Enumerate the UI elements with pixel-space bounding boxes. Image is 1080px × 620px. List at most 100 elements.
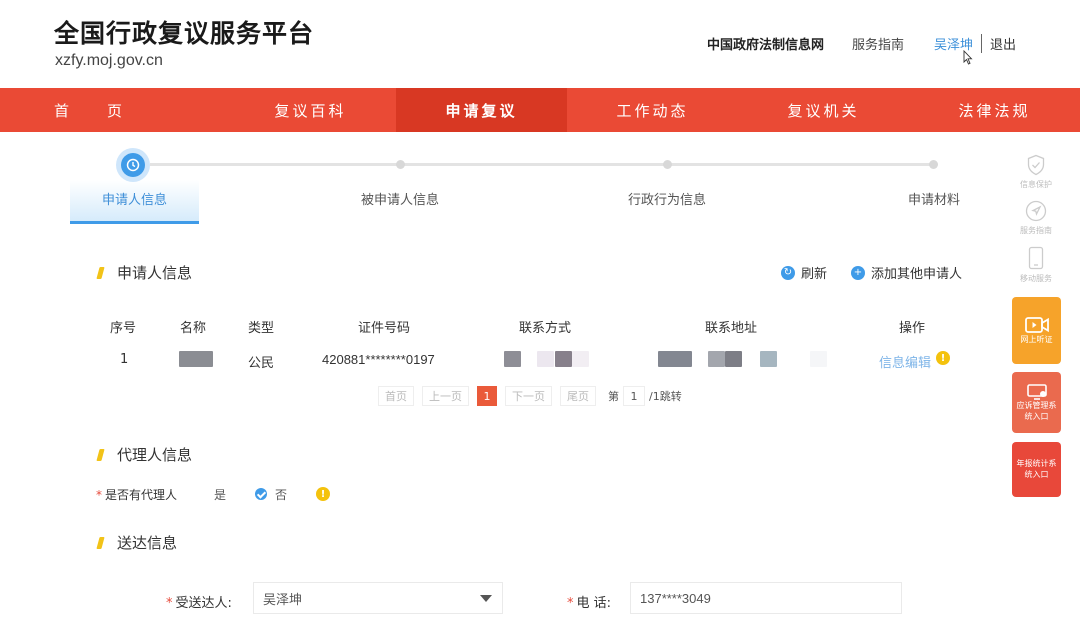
step-dot-3 [663, 160, 672, 169]
page-last-button[interactable]: 尾页 [560, 386, 596, 406]
col-header-id: 证件号码 [358, 321, 411, 336]
recipient-select[interactable]: 吴泽坤 [253, 582, 503, 614]
phone-input[interactable]: 137****3049 [630, 582, 902, 614]
redacted-contact-1 [504, 351, 521, 367]
service-guide-link[interactable]: 服务指南 [852, 34, 904, 53]
required-mark: * [567, 596, 574, 611]
col-header-name: 名称 [180, 321, 207, 336]
nav-news[interactable]: 工作动态 [567, 88, 738, 132]
mouse-cursor-icon [963, 50, 973, 65]
section-mark-icon [96, 266, 105, 279]
agent-question: * 是否有代理人 [96, 486, 177, 503]
step-track [150, 163, 935, 166]
info-icon[interactable]: ! [936, 351, 950, 365]
col-header-action: 操作 [899, 321, 926, 336]
site-domain: xzfy.moj.gov.cn [55, 52, 163, 69]
agent-info-icon[interactable]: ! [316, 487, 330, 501]
applicant-section-title: 申请人信息 [96, 262, 193, 283]
applicant-section-label: 申请人信息 [117, 264, 193, 282]
refresh-icon: ↻ [781, 265, 795, 280]
phone-value: 137****3049 [640, 590, 711, 606]
chevron-down-icon [480, 595, 492, 602]
redacted-address-3 [725, 351, 742, 367]
page-next-button[interactable]: 下一页 [505, 386, 552, 406]
required-mark: * [96, 488, 102, 502]
row-type: 公民 [248, 356, 275, 371]
row-id-number: 420881********0197 [322, 352, 435, 367]
shield-icon [1027, 154, 1045, 176]
col-header-index: 序号 [110, 321, 137, 336]
redacted-contact-3 [555, 351, 572, 367]
delivery-section-title: 送达信息 [96, 532, 178, 553]
site-title: 全国行政复议服务平台 [54, 19, 315, 48]
page-jump-input[interactable]: 1 [623, 386, 645, 406]
privacy-protection-item[interactable]: 信息保护 [1016, 154, 1056, 190]
agent-question-label: 是否有代理人 [105, 488, 178, 502]
agent-option-yes[interactable]: 是 [214, 486, 226, 503]
response-management-card[interactable]: 应诉管理系统入口 [1012, 372, 1061, 433]
redacted-address-5 [810, 351, 827, 367]
online-hearing-card[interactable]: 网上听证 [1012, 297, 1061, 364]
refresh-label: 刷新 [801, 267, 828, 282]
step-dot-2 [396, 160, 405, 169]
redacted-address-2 [708, 351, 725, 367]
redacted-address-4 [760, 351, 777, 367]
page-prev-button[interactable]: 上一页 [422, 386, 469, 406]
nav-wiki[interactable]: 复议百科 [225, 88, 396, 132]
step-dot-4 [929, 160, 938, 169]
online-hearing-label: 网上听证 [1020, 335, 1053, 345]
agent-radio-no-checked[interactable] [255, 488, 267, 500]
nav-agencies[interactable]: 复议机关 [738, 88, 909, 132]
step-applicant-active[interactable]: 申请人信息 [70, 180, 199, 224]
annual-statistics-label: 年报统计系统入口 [1016, 459, 1057, 479]
agent-section-title: 代理人信息 [96, 444, 193, 465]
section-mark-icon [96, 448, 105, 461]
phone-label-text: 电 话: [576, 596, 612, 611]
plus-icon: + [851, 265, 865, 280]
page-jump-button[interactable]: /1跳转 [649, 388, 682, 404]
page-current-button[interactable]: 1 [477, 386, 497, 406]
mobile-service-item[interactable]: 移动服务 [1016, 246, 1056, 284]
edit-info-link[interactable]: 信息编辑 [879, 352, 931, 371]
monitor-icon [1026, 384, 1047, 400]
redacted-contact-2 [537, 351, 554, 367]
nav-home[interactable]: 首页 [0, 88, 225, 132]
col-header-contact: 联系方式 [519, 321, 572, 336]
response-management-label: 应诉管理系统入口 [1016, 401, 1057, 421]
step-materials[interactable]: 申请材料 [908, 189, 960, 208]
pagination: 首页 上一页 1 下一页 尾页 第 1 /1跳转 [378, 386, 682, 406]
navigation-icon [1025, 200, 1047, 222]
redacted-name [179, 351, 213, 367]
agent-option-no[interactable]: 否 [275, 486, 287, 503]
annual-statistics-card[interactable]: 年报统计系统入口 [1012, 442, 1061, 497]
delivery-section-label: 送达信息 [117, 534, 178, 552]
service-guide-label: 服务指南 [1020, 226, 1052, 235]
step-admin-action[interactable]: 行政行为信息 [628, 189, 706, 208]
page-prefix: 第 [608, 390, 619, 403]
logout-link[interactable]: 退出 [982, 34, 1016, 53]
main-nav: 首页 复议百科 申请复议 工作动态 复议机关 法律法规 [0, 88, 1080, 132]
col-header-address: 联系地址 [705, 321, 758, 336]
nav-laws[interactable]: 法律法规 [909, 88, 1080, 132]
recipient-value: 吴泽坤 [263, 592, 303, 608]
phone-icon [1028, 246, 1044, 270]
video-camera-icon [1024, 317, 1049, 334]
mobile-service-label: 移动服务 [1020, 274, 1052, 283]
clock-icon [126, 158, 140, 172]
step-respondent[interactable]: 被申请人信息 [361, 189, 439, 208]
page-first-button[interactable]: 首页 [378, 386, 414, 406]
nav-apply[interactable]: 申请复议 [396, 88, 567, 132]
phone-label: * 电 话: [567, 592, 611, 611]
recipient-label: * 受送达人: [166, 592, 232, 611]
add-applicant-button[interactable]: + 添加其他申请人 [851, 263, 962, 282]
agent-section-label: 代理人信息 [117, 446, 193, 464]
service-guide-item[interactable]: 服务指南 [1016, 200, 1056, 236]
col-header-type: 类型 [248, 321, 275, 336]
recipient-label-text: 受送达人: [175, 596, 232, 611]
refresh-button[interactable]: ↻ 刷新 [781, 263, 827, 282]
row-index: 1 [120, 352, 129, 367]
add-applicant-label: 添加其他申请人 [871, 267, 963, 282]
user-name-link[interactable]: 吴泽坤 [934, 34, 982, 53]
step-active-marker [116, 148, 150, 182]
gov-site-link[interactable]: 中国政府法制信息网 [707, 34, 824, 53]
